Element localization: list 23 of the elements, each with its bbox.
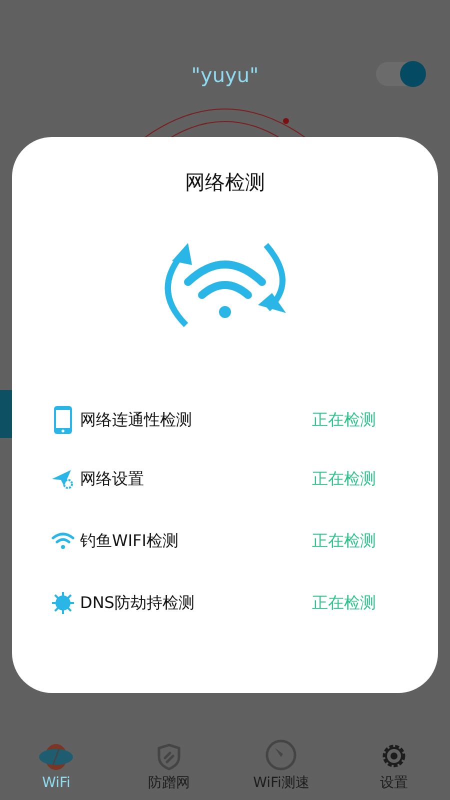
paper-plane-gear-icon: [51, 468, 75, 490]
virus-icon: [51, 591, 75, 615]
check-status: 正在检测: [312, 468, 376, 490]
nav-tab[interactable]: 设置: [338, 741, 450, 794]
shield-icon: [156, 743, 182, 771]
phone-icon: [53, 405, 73, 435]
check-status: 正在检测: [312, 592, 376, 614]
toggle-switch[interactable]: [376, 62, 426, 86]
side-handle[interactable]: [0, 390, 12, 438]
dialog-title: 网络检测: [184, 169, 266, 196]
nav-tab[interactable]: WiFi: [0, 743, 112, 794]
check-status: 正在检测: [312, 409, 376, 431]
speedometer-icon: [265, 739, 298, 771]
check-label: 钓鱼WIFI检测: [80, 530, 178, 552]
check-label: DNS防劫持检测: [80, 592, 194, 614]
network-name: "yuyu": [191, 62, 259, 89]
nav-tab[interactable]: 防蹭网: [112, 743, 225, 794]
check-status: 正在检测: [312, 530, 376, 552]
wifi-logo-icon: [38, 743, 74, 771]
check-label: 网络设置: [80, 468, 144, 490]
wifi-icon: [51, 532, 75, 550]
nav-tab[interactable]: WiFi测速: [225, 739, 338, 794]
check-label: 网络连通性检测: [80, 409, 192, 431]
